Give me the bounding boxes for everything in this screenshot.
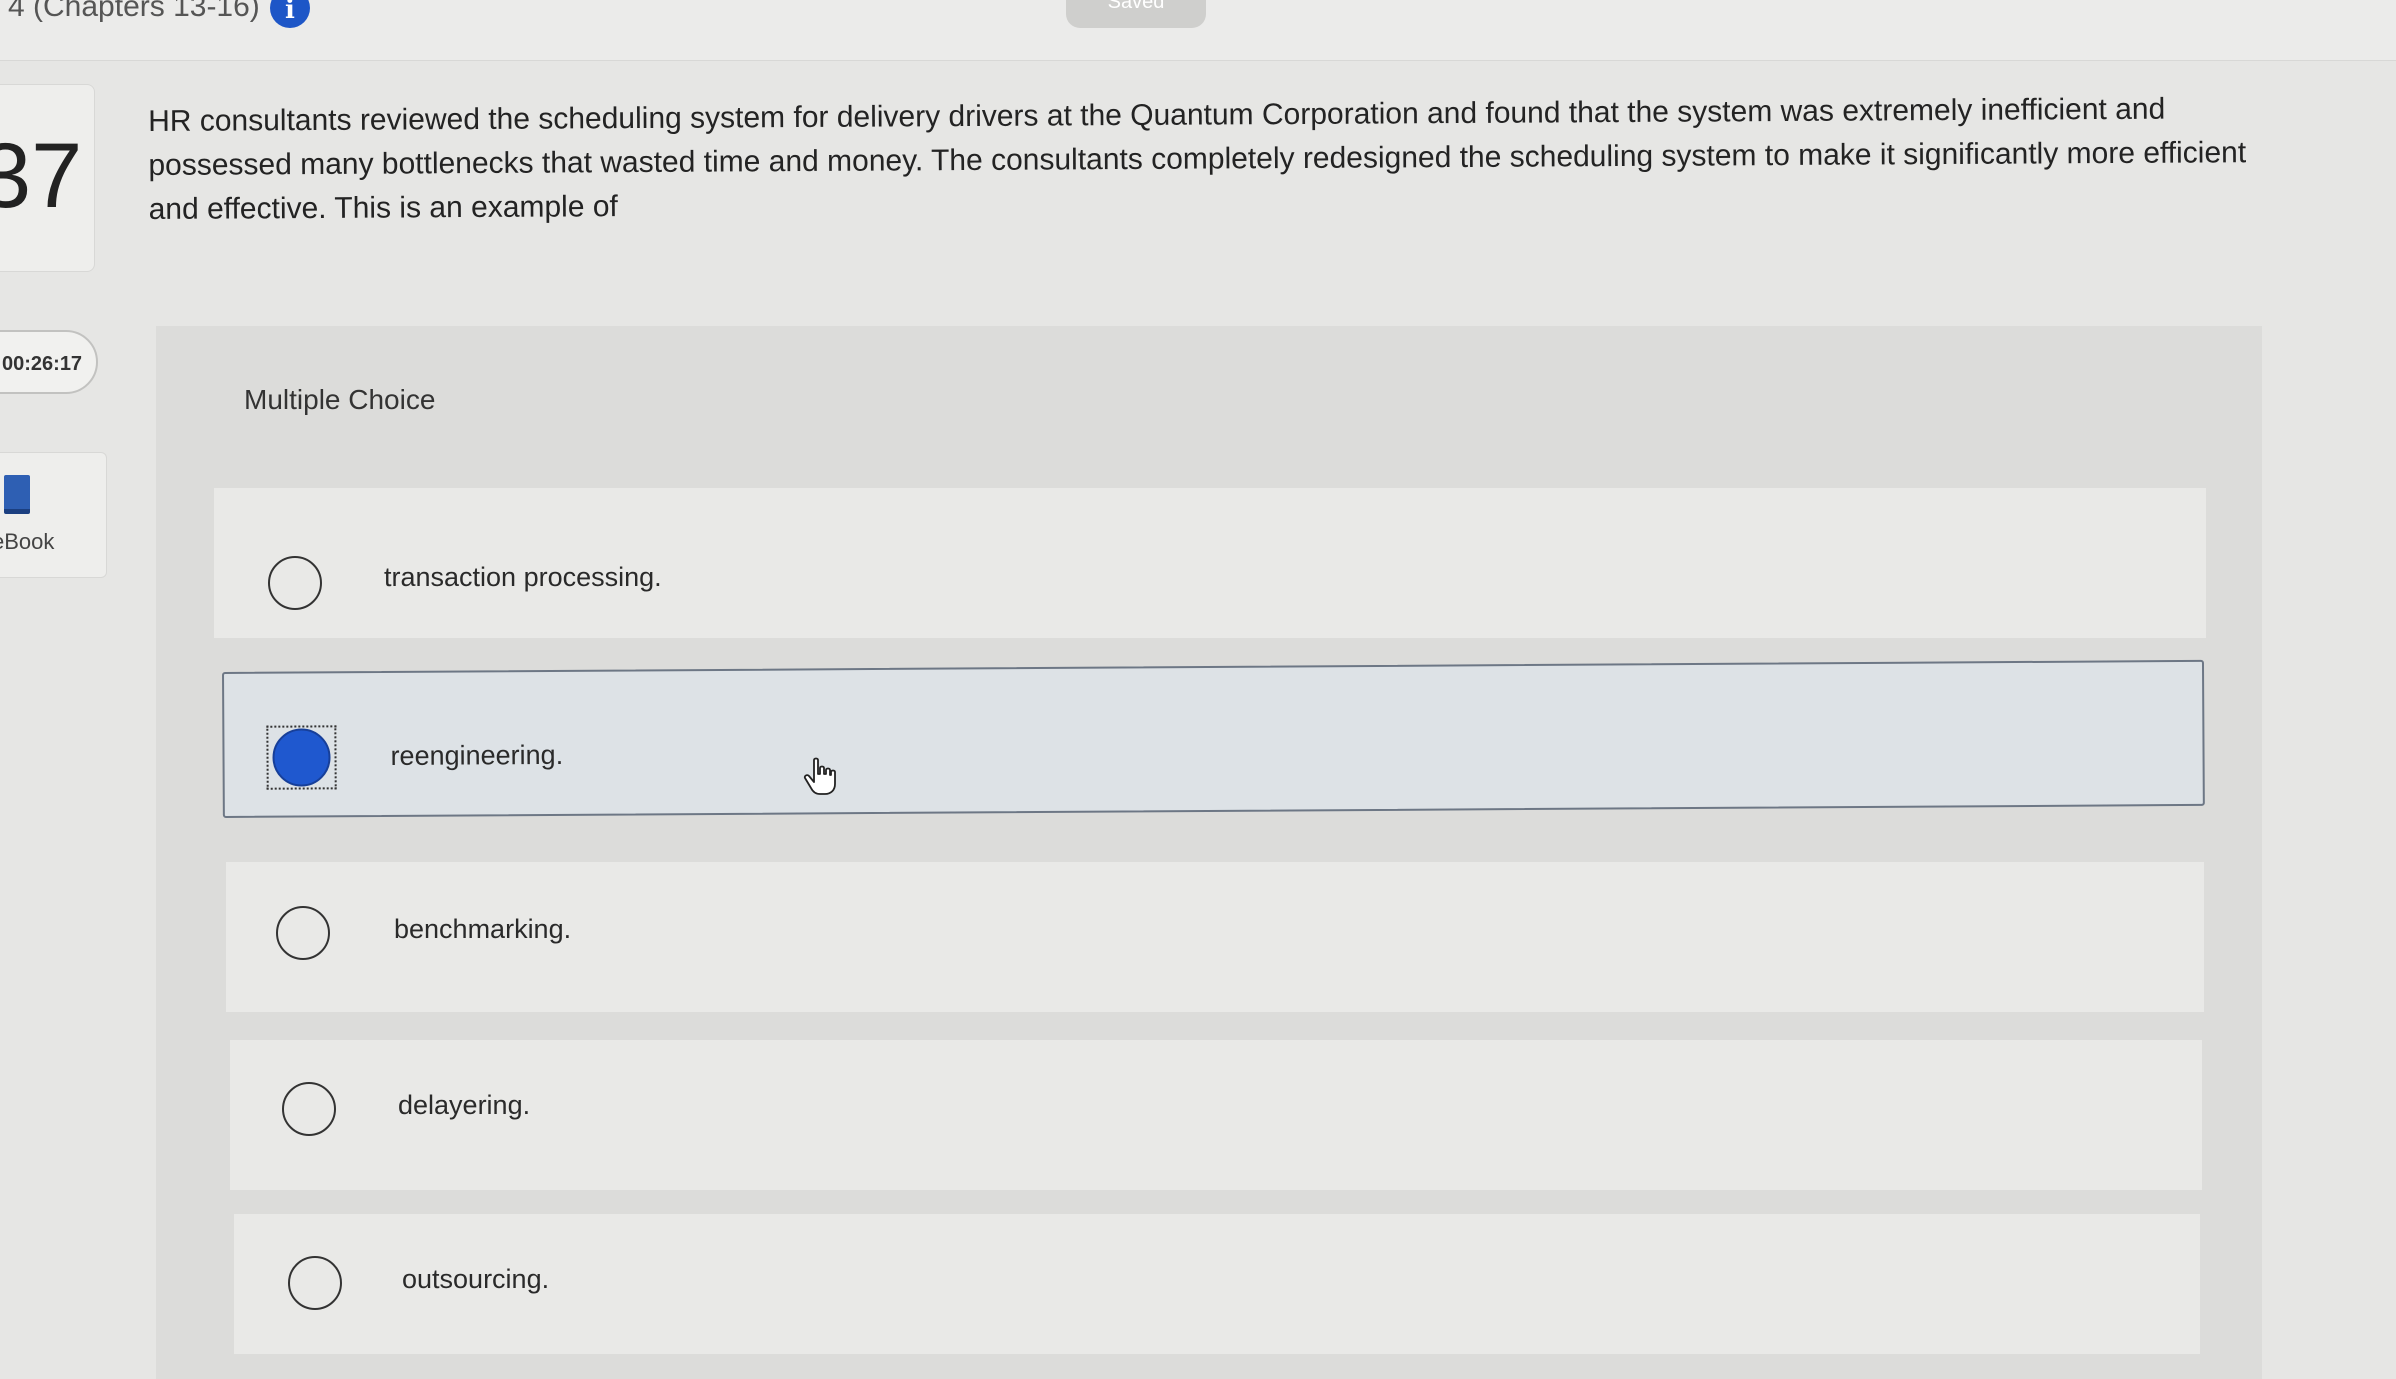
top-bar: 4 (Chapters 13-16) i Saved — [0, 0, 2396, 61]
radio-button[interactable] — [276, 906, 330, 960]
option-label: transaction processing. — [384, 562, 662, 592]
question-type-label: Multiple Choice — [244, 384, 436, 415]
ebook-label: eBook — [0, 529, 55, 554]
option-label: delayering. — [398, 1090, 531, 1120]
radio-button[interactable] — [282, 1082, 336, 1136]
radio-button[interactable] — [268, 556, 322, 610]
option-label: benchmarking. — [394, 914, 572, 944]
hand-cursor-icon — [803, 757, 836, 795]
question-text: HR consultants reviewed the scheduling s… — [148, 92, 2247, 226]
ebook-button[interactable]: eBook — [0, 452, 107, 578]
answer-option-5[interactable]: outsourcing. — [234, 1214, 2200, 1354]
radio-button[interactable] — [288, 1256, 342, 1310]
timer: 00:26:17 — [0, 330, 98, 394]
answer-option-4[interactable]: delayering. — [230, 1040, 2202, 1190]
question-number: 37 — [0, 125, 83, 227]
assignment-title: 4 (Chapters 13-16) — [8, 0, 260, 23]
radio-button-selected[interactable] — [272, 728, 331, 787]
saved-status-badge: Saved — [1066, 0, 1206, 28]
info-icon[interactable]: i — [270, 0, 310, 28]
answer-option-1[interactable]: transaction processing. — [214, 488, 2206, 638]
book-icon — [4, 475, 30, 514]
answer-option-3[interactable]: benchmarking. — [226, 862, 2204, 1012]
option-label: reengineering. — [390, 739, 564, 771]
answer-option-2[interactable]: reengineering. — [222, 659, 2205, 818]
option-label: outsourcing. — [402, 1264, 550, 1294]
